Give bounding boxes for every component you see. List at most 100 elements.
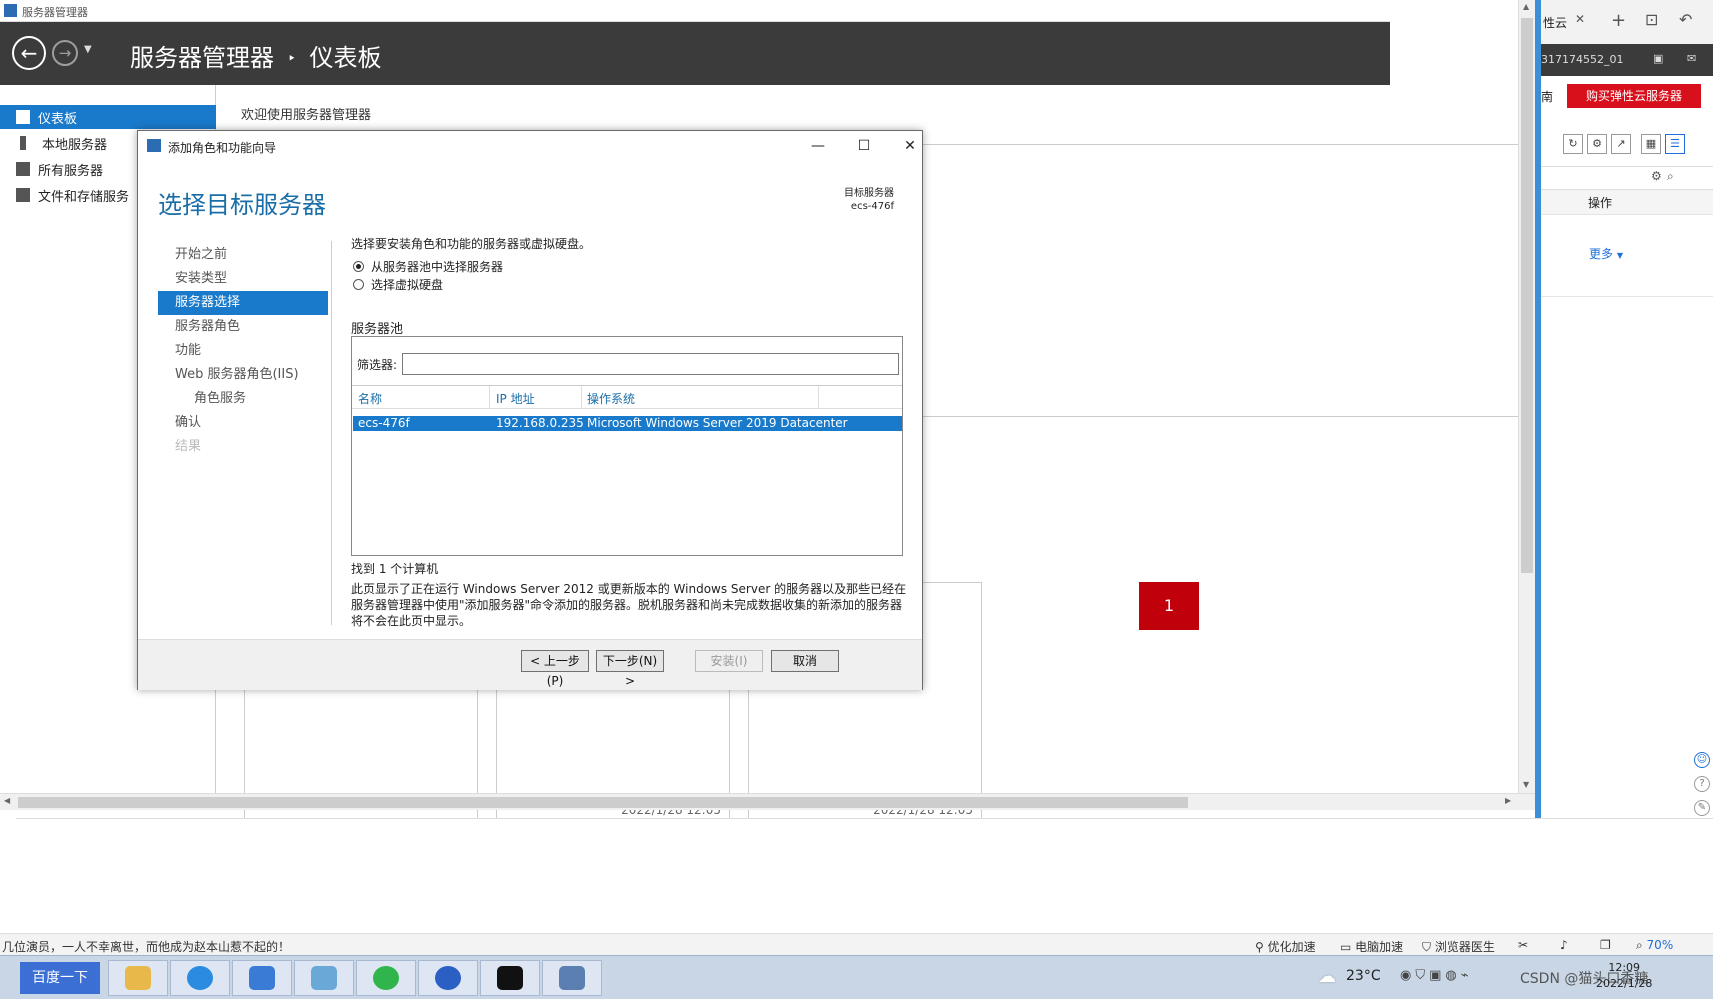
welcome-heading: 欢迎使用服务器管理器 (241, 108, 372, 123)
radio-virtual-disk[interactable]: 选择虚拟硬盘 (353, 275, 443, 293)
add-roles-wizard-dialog: 添加角色和功能向导 — ☐ ✕ 选择目标服务器 目标服务器 ecs-476f 开… (137, 130, 923, 690)
column-name[interactable]: 名称 (358, 390, 382, 407)
vertical-scrollbar[interactable]: ▲ ▼ (1518, 0, 1535, 793)
taskbar-server[interactable] (542, 960, 602, 996)
step-role-services[interactable]: 角色服务 (158, 387, 328, 411)
radio-selected-icon[interactable] (353, 260, 364, 272)
customer-service-icon[interactable]: ☺ (1694, 752, 1710, 768)
help-icon[interactable]: ? (1694, 776, 1710, 792)
feedback-icon[interactable]: ✎ (1694, 800, 1710, 816)
weather-temp[interactable]: 23°C (1346, 968, 1381, 984)
settings-icon[interactable]: ⚙ (1651, 169, 1662, 183)
screenshot-icon[interactable]: ✂ (1518, 938, 1528, 952)
step-server-selection[interactable]: 服务器选择 (158, 291, 328, 315)
taskbar-wechat[interactable] (356, 960, 416, 996)
cancel-button[interactable]: 取消 (771, 650, 839, 672)
list-view-icon[interactable]: ☰ (1665, 134, 1685, 154)
browser-icon (187, 966, 213, 990)
scroll-up-icon[interactable]: ▲ (1523, 2, 1529, 11)
taskbar-explorer[interactable] (108, 960, 168, 996)
tab-list-icon[interactable]: ⊡ (1645, 10, 1658, 29)
divider (1541, 296, 1713, 297)
status-optimize[interactable]: ⚲ 优化加速 (1255, 938, 1316, 955)
back-arrow-icon[interactable]: ← (12, 36, 46, 70)
buy-elastic-server-button[interactable]: 购买弹性云服务器 (1567, 84, 1701, 108)
news-ticker[interactable]: 几位演员，一人不幸离世，而他成为赵本山惹不起的！ (2, 938, 290, 955)
previous-button[interactable]: < 上一步(P) (521, 650, 589, 688)
taskbar-ie[interactable] (170, 960, 230, 996)
taskbar-remote[interactable] (232, 960, 292, 996)
settings-icon[interactable]: ⚙ (1587, 134, 1607, 154)
account-bar: 317174552_01 ▣ ✉ (1541, 44, 1713, 76)
scroll-thumb[interactable] (1521, 18, 1533, 573)
console-icon[interactable]: ▣ (1653, 52, 1663, 65)
clock[interactable]: 12:09 2022/1/28 (1596, 960, 1652, 992)
step-installation-type[interactable]: 安装类型 (158, 267, 328, 291)
resource-search[interactable]: ⚙ ⌕ (1541, 166, 1713, 190)
mail-icon[interactable]: ✉ (1687, 52, 1696, 65)
weather-icon[interactable]: ☁ (1318, 966, 1336, 987)
grid-view-icon[interactable]: ▦ (1641, 134, 1661, 154)
baidu-search-button[interactable]: 百度一下 (20, 962, 100, 994)
scroll-down-icon[interactable]: ▼ (1523, 780, 1529, 789)
server-table-header: 名称 IP 地址 操作系统 (352, 385, 902, 409)
radio-label: 从服务器池中选择服务器 (371, 259, 504, 274)
column-ip[interactable]: IP 地址 (496, 390, 535, 407)
divider (331, 241, 332, 625)
server-manager-app-icon (4, 4, 17, 17)
close-tab-icon[interactable]: ✕ (1575, 12, 1585, 26)
server-icon (20, 136, 26, 150)
close-icon[interactable]: ✕ (898, 135, 922, 157)
step-before-you-begin[interactable]: 开始之前 (158, 243, 328, 267)
browser-tab[interactable]: 性云 (1543, 14, 1567, 31)
export-icon[interactable]: ↗ (1611, 134, 1631, 154)
status-pc-speed[interactable]: ▭ 电脑加速 (1340, 938, 1403, 955)
server-manager-header: ← → ▼ 服务器管理器 ‣ 仪表板 (0, 22, 1390, 85)
step-web-server-role[interactable]: Web 服务器角色(IIS) (158, 363, 328, 387)
sidebar-item-dashboard[interactable]: 仪表板 (0, 105, 216, 129)
zoom-control[interactable]: ⌕ 70% (1636, 938, 1673, 953)
account-id: 317174552_01 (1541, 53, 1624, 66)
step-features[interactable]: 功能 (158, 339, 328, 363)
radio-unselected-icon[interactable] (353, 278, 364, 290)
wizard-titlebar: 添加角色和功能向导 — ☐ ✕ (138, 131, 922, 161)
step-server-roles[interactable]: 服务器角色 (158, 315, 328, 339)
volume-icon[interactable]: ♪ (1560, 938, 1568, 952)
alert-count-badge[interactable]: 1 (1139, 582, 1199, 630)
scroll-right-icon[interactable]: ▶ (1505, 796, 1511, 805)
browser-tab-strip: 性云 ✕ + ⊡ ↶ (1541, 0, 1713, 44)
next-button[interactable]: 下一步(N) > (596, 650, 664, 688)
new-tab-icon[interactable]: + (1611, 10, 1626, 31)
more-actions-link[interactable]: 更多 ▼ (1589, 245, 1623, 262)
undo-icon[interactable]: ↶ (1679, 10, 1692, 29)
found-count: 找到 1 个计算机 (351, 562, 439, 576)
remote-desktop-icon (249, 966, 275, 990)
refresh-icon[interactable]: ↻ (1563, 134, 1583, 154)
taskbar-app-6[interactable] (418, 960, 478, 996)
tray-icons[interactable]: ◉⛉▣◍⌁ (1400, 968, 1473, 983)
filter-input[interactable] (402, 353, 899, 375)
filter-label: 筛选器: (357, 358, 398, 372)
scroll-thumb[interactable] (18, 797, 1188, 808)
dashboard-icon (16, 110, 30, 124)
step-confirmation[interactable]: 确认 (158, 411, 328, 435)
status-browser-doctor[interactable]: ⛉ 浏览器医生 (1422, 938, 1495, 955)
window-icon[interactable]: ❐ (1600, 938, 1611, 952)
table-row[interactable]: ecs-476f 192.168.0.235 Microsoft Windows… (353, 416, 902, 431)
column-separator[interactable] (581, 386, 582, 408)
column-separator[interactable] (818, 386, 819, 408)
column-os[interactable]: 操作系统 (587, 390, 635, 407)
column-separator[interactable] (489, 386, 490, 408)
scroll-left-icon[interactable]: ◀ (4, 796, 10, 805)
search-icon[interactable]: ⌕ (1667, 169, 1674, 184)
minimize-icon[interactable]: — (806, 135, 830, 157)
radio-server-pool[interactable]: 从服务器池中选择服务器 (353, 257, 503, 275)
taskbar-app-4[interactable] (294, 960, 354, 996)
app-name: 服务器管理器 (130, 44, 274, 72)
maximize-icon[interactable]: ☐ (852, 135, 876, 157)
horizontal-scrollbar[interactable]: ◀ ▶ (0, 793, 1535, 810)
taskbar-cmd[interactable] (480, 960, 540, 996)
forward-arrow-icon[interactable]: → (52, 40, 78, 66)
history-dropdown-icon[interactable]: ▼ (84, 44, 92, 55)
nav-fragment[interactable]: 南 (1541, 88, 1553, 105)
